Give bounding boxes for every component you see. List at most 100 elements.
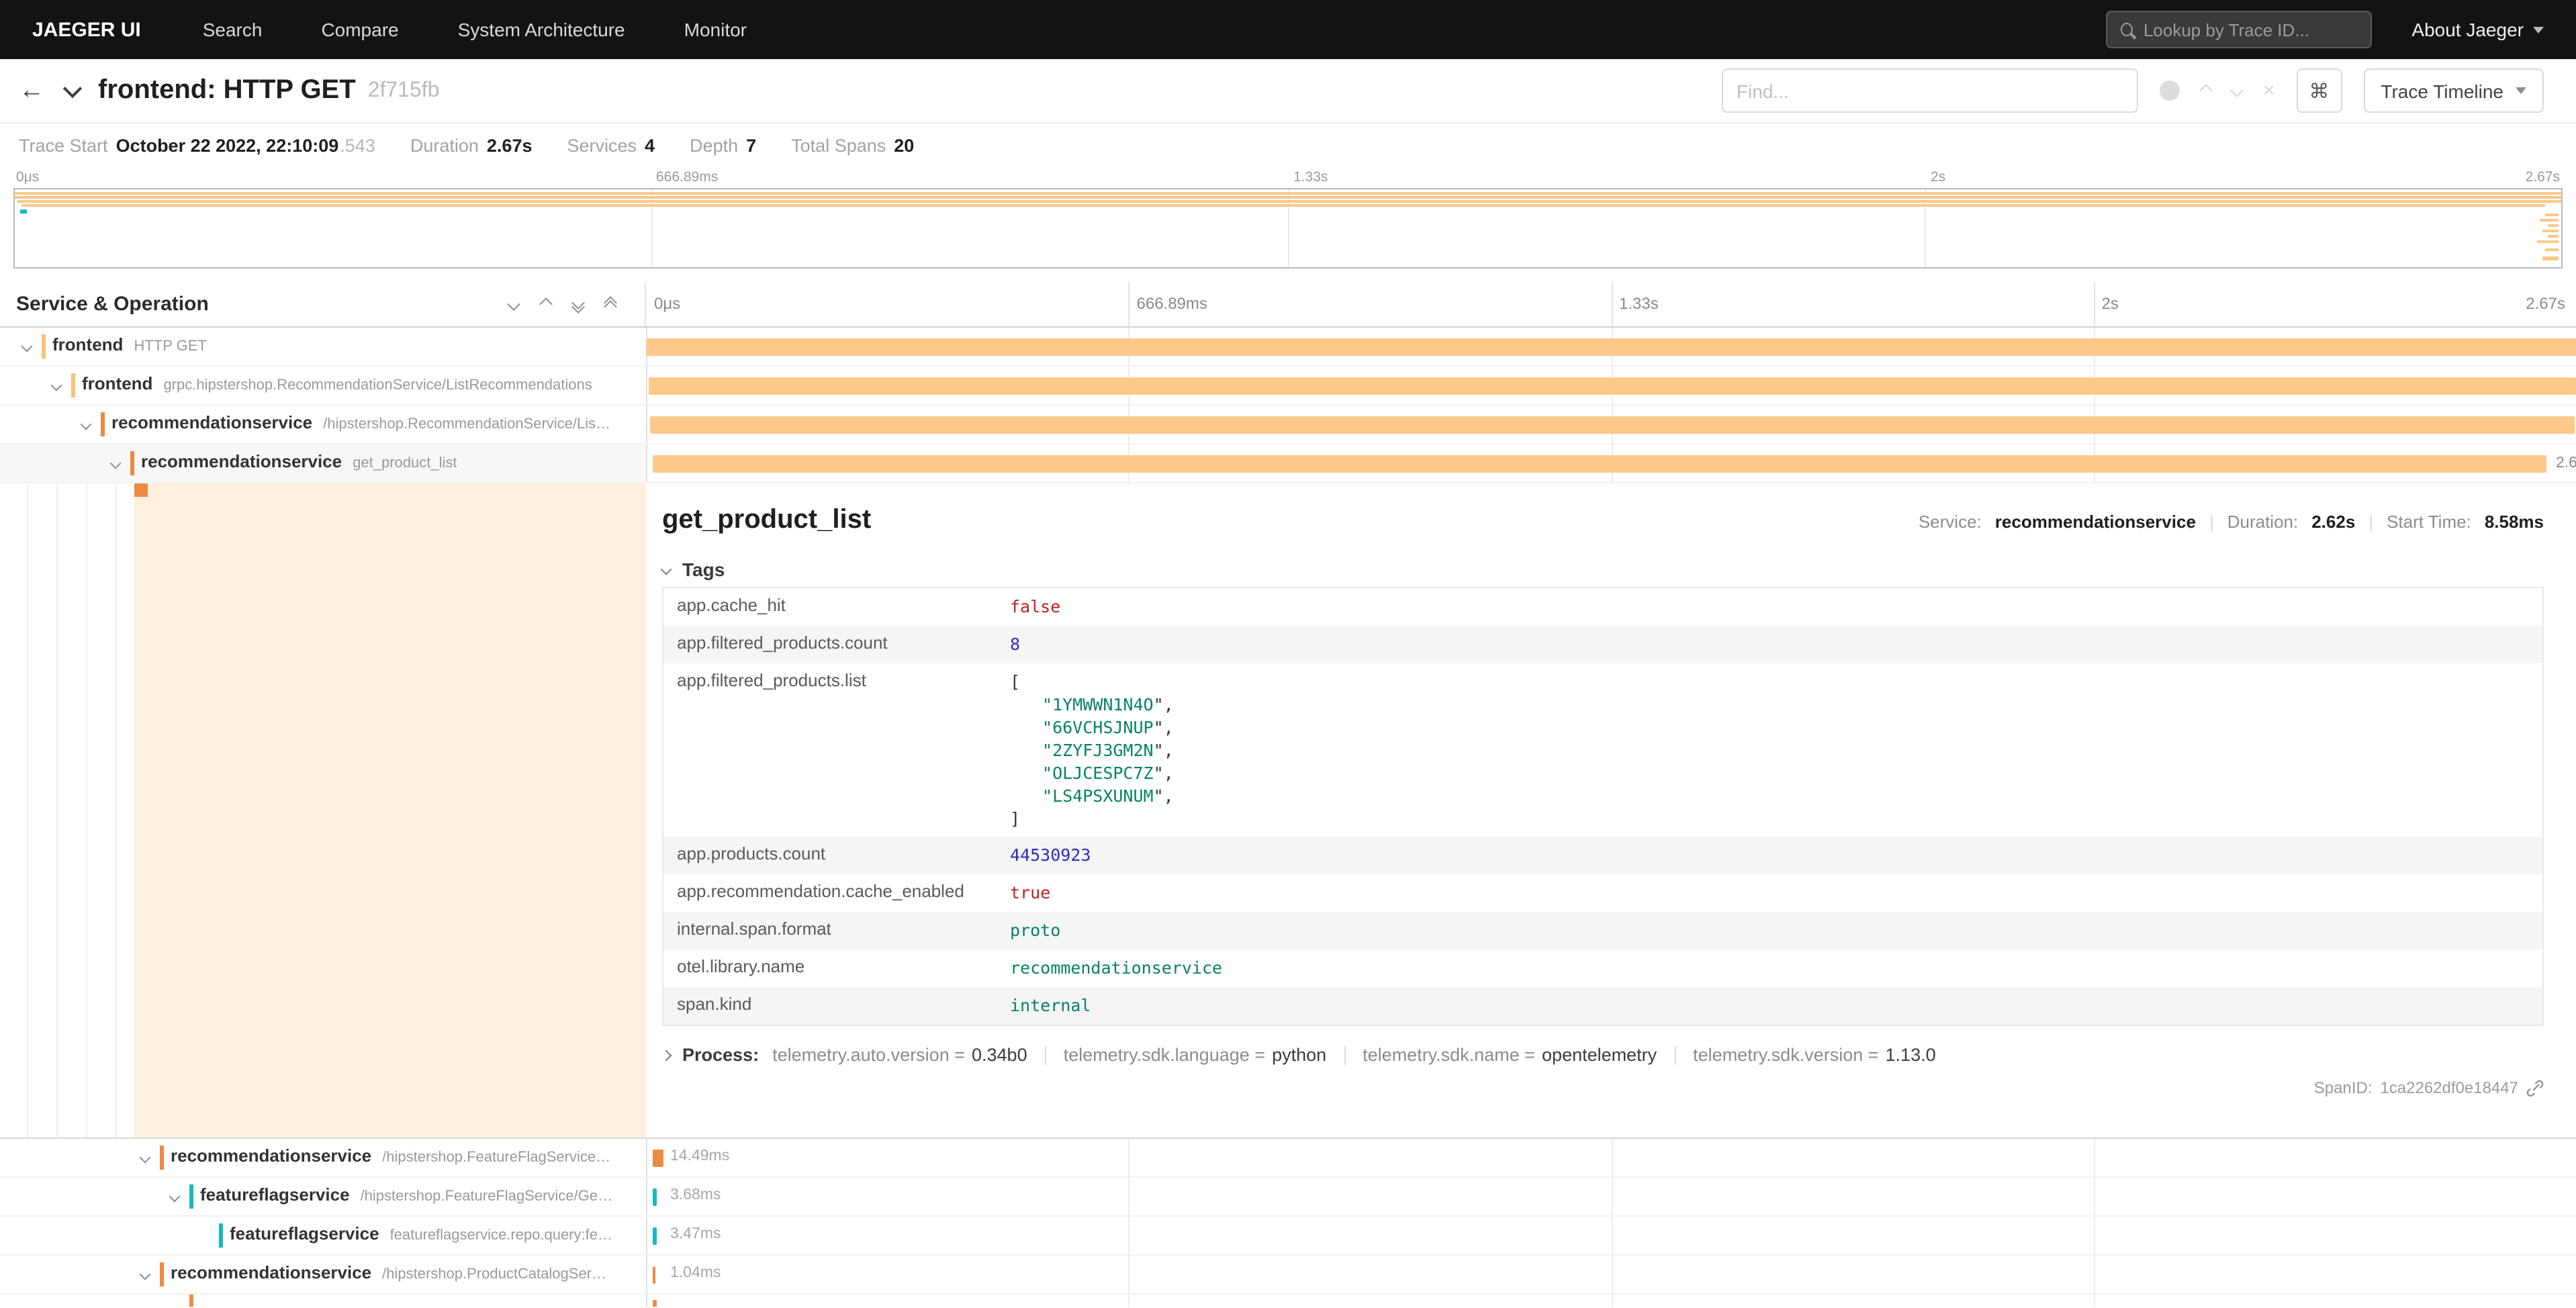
span-row[interactable]: featureflagservice featureflagservice.re… (0, 1217, 2576, 1256)
span-name-cell[interactable]: frontend HTTP GET (0, 328, 646, 365)
expand-one-icon[interactable] (507, 297, 520, 311)
chevron-down-icon[interactable] (81, 419, 92, 430)
span-timeline-cell[interactable]: 1.04ms (646, 1256, 2576, 1293)
span-row-selected[interactable]: recommendationservice get_product_list 2… (0, 445, 2576, 483)
span-row-partial[interactable] (0, 1295, 2576, 1307)
indent-guide (27, 483, 28, 1137)
trace-header-controls: × ⌘ Trace Timeline (1722, 68, 2544, 113)
selected-span-highlight[interactable] (134, 483, 646, 1137)
collapse-all-icon[interactable] (606, 297, 615, 311)
find-results-icon[interactable] (2160, 81, 2180, 101)
tick-label: 1.33s (1293, 169, 1328, 185)
span-timeline-cell[interactable] (646, 1295, 2576, 1307)
expand-all-icon[interactable] (573, 297, 583, 311)
span-timeline-cell[interactable]: 3.47ms (646, 1217, 2576, 1254)
service-name: featureflagservice (230, 1223, 379, 1244)
link-icon[interactable] (2526, 1079, 2544, 1096)
find-input[interactable] (1722, 68, 2138, 113)
selected-span-color-marker (134, 483, 148, 497)
app-logo[interactable]: JAEGER UI (32, 18, 141, 41)
minimap-span-line (2542, 230, 2559, 232)
trace-id-lookup[interactable] (2105, 11, 2371, 48)
tag-key: otel.library.name (677, 956, 1010, 976)
chevron-down-icon[interactable] (21, 341, 33, 353)
span-bar[interactable] (653, 1300, 657, 1307)
tags-section-toggle[interactable]: Tags (662, 552, 2544, 587)
minimap-canvas[interactable] (13, 188, 2563, 269)
span-bar[interactable] (653, 1266, 655, 1284)
nav-item-compare[interactable]: Compare (321, 19, 398, 40)
collapse-one-icon[interactable] (539, 297, 553, 311)
span-id-row: SpanID: 1ca2262df0e18447 (662, 1078, 2544, 1097)
span-name-cell[interactable]: frontend grpc.hipstershop.Recommendation… (0, 367, 646, 404)
tag-row: otel.library.name recommendationservice (663, 949, 2542, 987)
chevron-down-icon[interactable] (169, 1191, 181, 1203)
tick-label: 0μs (16, 169, 39, 185)
tag-row: internal.span.format proto (663, 912, 2542, 949)
span-detail-meta: Service: recommendationservice | Duratio… (1919, 512, 2544, 532)
span-name-cell[interactable]: recommendationservice get_product_list (0, 445, 646, 482)
tag-value: internal (1010, 994, 1091, 1017)
span-timeline-cell[interactable]: 3.68ms (646, 1178, 2576, 1215)
span-row[interactable]: frontend grpc.hipstershop.Recommendation… (0, 367, 2576, 406)
span-name-cell[interactable]: featureflagservice /hipstershop.FeatureF… (0, 1178, 646, 1215)
tag-key: app.cache_hit (677, 595, 1010, 615)
span-timeline-cell[interactable] (646, 406, 2576, 443)
chevron-down-icon[interactable] (140, 1269, 151, 1280)
span-row[interactable]: recommendationservice /hipstershop.Recom… (0, 406, 2576, 445)
span-bar[interactable] (646, 338, 2576, 356)
minimap-span-line (15, 192, 2561, 195)
process-section-toggle[interactable]: Process: telemetry.auto.version 0.34b0 t… (662, 1045, 2544, 1065)
span-timeline-cell[interactable] (646, 328, 2576, 365)
span-name-cell[interactable]: recommendationservice /hipstershop.Produ… (0, 1256, 646, 1293)
tag-key: app.filtered_products.list (677, 670, 1010, 690)
span-bar[interactable] (653, 455, 2546, 473)
span-row[interactable]: recommendationservice /hipstershop.Featu… (0, 1139, 2576, 1178)
span-timeline-cell[interactable]: 2.62s (646, 445, 2576, 482)
prev-result-icon[interactable] (2199, 84, 2213, 97)
span-timeline-cell[interactable]: 14.49ms (646, 1139, 2576, 1176)
trace-id-lookup-input[interactable] (2144, 19, 2357, 40)
next-result-icon[interactable] (2230, 84, 2244, 97)
tag-value: 8 (1010, 633, 1020, 655)
minimap-span-line (17, 200, 2561, 203)
span-row[interactable]: featureflagservice /hipstershop.FeatureF… (0, 1178, 2576, 1217)
minimap-span-line (2545, 214, 2559, 216)
trace-id-short: 2f715fb (368, 79, 440, 103)
span-bar[interactable] (653, 1188, 657, 1206)
span-name-cell[interactable] (0, 1295, 646, 1307)
span-row[interactable]: recommendationservice /hipstershop.Produ… (0, 1256, 2576, 1295)
span-bar[interactable] (650, 416, 2575, 434)
span-name-cell[interactable]: featureflagservice featureflagservice.re… (0, 1217, 646, 1254)
span-timeline-cell[interactable] (646, 367, 2576, 404)
chevron-down-icon[interactable] (51, 380, 62, 391)
chevron-down-icon[interactable] (140, 1152, 151, 1164)
span-bar[interactable] (653, 1227, 657, 1245)
span-bar[interactable] (649, 377, 2576, 395)
trace-start: Trace Start October 22 2022, 22:10:09.54… (19, 135, 375, 155)
about-jaeger-menu[interactable]: About Jaeger (2411, 19, 2544, 40)
span-name-cell[interactable]: recommendationservice /hipstershop.Featu… (0, 1139, 646, 1176)
span-name-cell[interactable]: recommendationservice /hipstershop.Recom… (0, 406, 646, 443)
tick-label: 0μs (654, 294, 680, 313)
keyboard-shortcuts-button[interactable]: ⌘ (2296, 68, 2342, 113)
tick-label: 1.33s (1619, 294, 1659, 313)
nav-item-search[interactable]: Search (203, 19, 263, 40)
tag-list-item: LS4PSXUNUM (1010, 784, 1174, 807)
span-row[interactable]: frontend HTTP GET (0, 328, 2576, 367)
trace-view-selector[interactable]: Trace Timeline (2363, 68, 2544, 113)
nav-item-monitor[interactable]: Monitor (684, 19, 747, 40)
service-operation-title: Service & Operation (16, 293, 209, 316)
span-bar[interactable] (653, 1150, 663, 1167)
span-duration-label: 1.04ms (670, 1265, 721, 1281)
chevron-right-icon (661, 1049, 672, 1061)
nav-item-system-architecture[interactable]: System Architecture (458, 19, 625, 40)
minimap-span-line (2548, 224, 2559, 227)
collapse-trace-header-icon[interactable] (63, 79, 82, 97)
chevron-down-icon[interactable] (110, 458, 122, 469)
tag-key: span.kind (677, 994, 1010, 1014)
clear-find-icon[interactable]: × (2263, 81, 2275, 101)
span-detail-header: get_product_list Service: recommendation… (662, 505, 2544, 536)
span-duration-label: 3.47ms (670, 1226, 721, 1242)
back-arrow-icon[interactable]: ← (19, 76, 44, 105)
